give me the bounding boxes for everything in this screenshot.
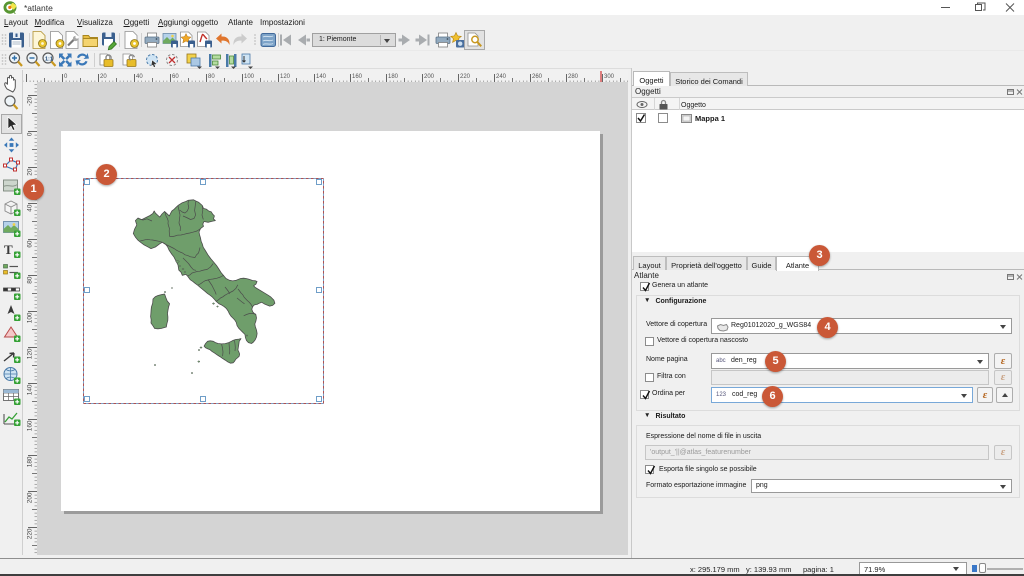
svg-text:60: 60 — [172, 74, 179, 80]
svg-text:300: 300 — [604, 74, 615, 80]
svg-text:140: 140 — [316, 74, 327, 80]
svg-text:80: 80 — [27, 276, 34, 284]
svg-text:160: 160 — [352, 74, 363, 80]
svg-text:40: 40 — [136, 74, 143, 80]
svg-text:20: 20 — [27, 168, 34, 176]
svg-text:20: 20 — [100, 74, 107, 80]
svg-text:200: 200 — [424, 74, 435, 80]
svg-text:100: 100 — [27, 312, 34, 323]
svg-text:80: 80 — [208, 74, 215, 80]
svg-text:200: 200 — [27, 492, 34, 503]
svg-text:260: 260 — [532, 74, 543, 80]
svg-text:180: 180 — [27, 456, 34, 467]
svg-text:120: 120 — [27, 348, 34, 359]
svg-text:160: 160 — [27, 420, 34, 431]
svg-text:60: 60 — [27, 240, 34, 248]
svg-text:220: 220 — [460, 74, 471, 80]
svg-text:-20: -20 — [27, 96, 34, 106]
svg-text:40: 40 — [27, 204, 34, 212]
svg-text:240: 240 — [496, 74, 507, 80]
svg-text:0: 0 — [27, 132, 34, 136]
svg-text:120: 120 — [280, 74, 291, 80]
svg-text:100: 100 — [244, 74, 255, 80]
svg-text:280: 280 — [568, 74, 579, 80]
svg-text:1:1: 1:1 — [45, 57, 53, 63]
svg-text:140: 140 — [27, 384, 34, 395]
svg-text:180: 180 — [388, 74, 399, 80]
svg-text:T: T — [4, 242, 13, 257]
svg-text:220: 220 — [27, 528, 34, 539]
